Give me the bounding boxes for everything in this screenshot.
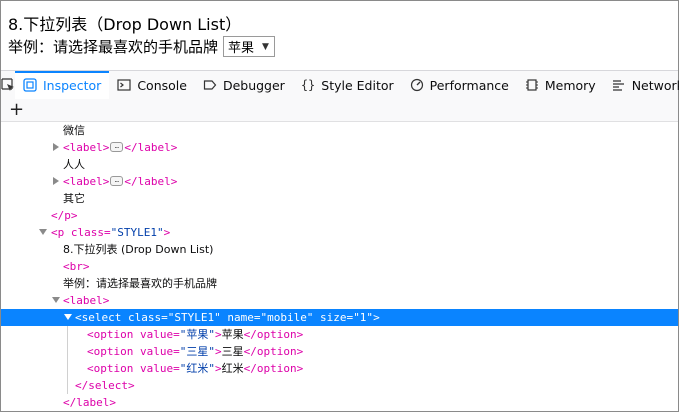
- text-node: 人人: [63, 158, 85, 171]
- closing-tag: </select>: [75, 379, 135, 392]
- closing-tag: </p>: [51, 209, 78, 222]
- expand-triangle-icon[interactable]: [52, 143, 60, 151]
- example-label: 举例：请选择最喜欢的手机品牌: [8, 38, 219, 56]
- style-editor-icon: {}: [300, 78, 316, 92]
- tree-line[interactable]: 微信: [1, 122, 678, 139]
- collapsed-children-icon[interactable]: …: [110, 176, 124, 186]
- tree-line[interactable]: <br>: [1, 258, 678, 275]
- element-picker-button[interactable]: [1, 71, 15, 99]
- mobile-select[interactable]: 苹果 ▼: [223, 36, 275, 57]
- inspector-toolbar: +: [1, 99, 678, 122]
- tab-network[interactable]: Network: [604, 71, 679, 99]
- tree-line[interactable]: </p>: [1, 207, 678, 224]
- tab-performance[interactable]: Performance: [402, 71, 517, 99]
- expand-triangle-icon[interactable]: [52, 177, 60, 185]
- tree-line[interactable]: 8.下拉列表 (Drop Down List): [1, 241, 678, 258]
- tab-label: Inspector: [43, 77, 102, 93]
- chevron-down-icon: ▼: [262, 41, 269, 52]
- text-node: 微信: [63, 124, 85, 137]
- tree-line[interactable]: <label>… </label>: [1, 173, 678, 190]
- tree-line[interactable]: <option value="苹果">苹果</option>: [1, 326, 678, 343]
- performance-icon: [410, 78, 424, 92]
- tab-label: Console: [137, 77, 187, 93]
- tab-label: Style Editor: [321, 77, 394, 93]
- element-node: <label>… </label>: [63, 175, 178, 188]
- tab-style-editor[interactable]: {} Style Editor: [293, 71, 402, 99]
- tab-inspector[interactable]: Inspector: [15, 71, 110, 99]
- collapsed-children-icon[interactable]: …: [110, 142, 124, 152]
- console-icon: [117, 78, 131, 92]
- element-node: <option value="三星">三星</option>: [87, 345, 304, 358]
- memory-icon: [525, 78, 539, 92]
- tree-line[interactable]: <option value="三星">三星</option>: [1, 343, 678, 360]
- text-node: 8.下拉列表 (Drop Down List): [63, 243, 214, 256]
- tree-line[interactable]: <label>: [1, 292, 678, 309]
- text-node: 其它: [63, 192, 85, 205]
- tree-line[interactable]: 人人: [1, 156, 678, 173]
- tree-line[interactable]: <label>… </label>: [1, 139, 678, 156]
- tree-line-selected[interactable]: <select class="STYLE1" name="mobile" siz…: [1, 309, 678, 326]
- page-title: 8.下拉列表（Drop Down List）: [8, 15, 242, 34]
- tree-line[interactable]: </select>: [1, 377, 678, 394]
- element-node: <label>… </label>: [63, 141, 178, 154]
- markup-tree: 微信 <label>… </label> 人人 <label>… </label> …: [1, 122, 678, 411]
- tree-line[interactable]: <p class="STYLE1">: [1, 224, 678, 241]
- devtools-toolbar: Inspector Console Debugger {} Style Edit…: [1, 70, 679, 100]
- text-node: 举例：请选择最喜欢的手机品牌: [63, 277, 217, 290]
- debugger-icon: [203, 78, 217, 92]
- closing-tag: </label>: [63, 396, 116, 409]
- tree-line[interactable]: 举例：请选择最喜欢的手机品牌: [1, 275, 678, 292]
- element-node: <option value="苹果">苹果</option>: [87, 328, 304, 341]
- element-node: <select class="STYLE1" name="mobile" siz…: [75, 311, 380, 324]
- select-value: 苹果: [228, 41, 255, 56]
- element-node: <br>: [63, 260, 90, 273]
- tab-console[interactable]: Console: [109, 71, 195, 99]
- network-icon: [612, 78, 626, 92]
- tree-line[interactable]: 其它: [1, 190, 678, 207]
- collapse-triangle-icon[interactable]: [39, 228, 47, 236]
- element-node: <option value="红米">红米</option>: [87, 362, 304, 375]
- tab-debugger[interactable]: Debugger: [195, 71, 293, 99]
- collapse-triangle-icon[interactable]: [64, 313, 72, 321]
- page-content: 8.下拉列表（Drop Down List） 举例：请选择最喜欢的手机品牌 苹果…: [1, 1, 678, 69]
- element-node: <label>: [63, 294, 110, 307]
- tree-line[interactable]: </label>: [1, 394, 678, 411]
- tab-label: Network: [631, 77, 679, 93]
- tab-label: Performance: [429, 77, 509, 93]
- add-node-button[interactable]: +: [9, 100, 24, 120]
- example-row: 举例：请选择最喜欢的手机品牌 苹果 ▼: [8, 36, 275, 57]
- tab-memory[interactable]: Memory: [517, 71, 604, 99]
- element-picker-icon: [1, 78, 14, 91]
- tab-label: Debugger: [222, 77, 285, 93]
- tree-line[interactable]: <option value="红米">红米</option>: [1, 360, 678, 377]
- tab-label: Memory: [544, 77, 596, 93]
- inspector-icon: [23, 78, 37, 92]
- element-node: <p class="STYLE1">: [51, 226, 171, 239]
- collapse-triangle-icon[interactable]: [52, 296, 60, 304]
